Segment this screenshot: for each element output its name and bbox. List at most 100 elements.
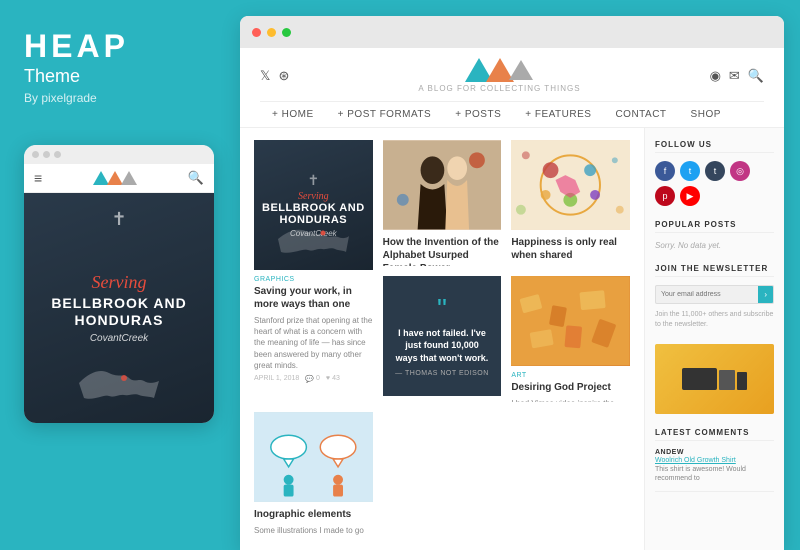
mobile-nav: ≡ 🔍: [24, 164, 214, 193]
post-image-infographic: [254, 412, 373, 502]
dot-1: [32, 151, 39, 158]
post-excerpt-infographic: Some illustrations I made to go on a inf…: [254, 525, 373, 538]
post-title-infographic[interactable]: Inographic elements: [254, 508, 373, 521]
browser-dot-green[interactable]: [282, 28, 291, 37]
post-image-happiness: [511, 140, 630, 230]
browser-dot-red[interactable]: [252, 28, 261, 37]
search-icon[interactable]: 🔍: [188, 170, 204, 186]
brand-by: By pixelgrade: [24, 91, 216, 105]
site-tagline: A BLOG FOR COLLECTING THINGS: [418, 84, 580, 93]
youtube-icon[interactable]: ▶: [680, 186, 700, 206]
device-tablet: [719, 370, 735, 390]
post-card-happiness: Happiness is only real when shared I've …: [511, 140, 630, 266]
pinterest-social-icon[interactable]: p: [655, 186, 675, 206]
browser-window: 𝕏 ⊛ A BLOG FOR COLLECTING THINGS ◉ ✉ 🔍: [240, 16, 784, 550]
brand-subtitle: Theme: [24, 66, 216, 87]
instagram-icon[interactable]: ◎: [730, 161, 750, 181]
mobile-hero: ✝ Serving BELLBROOK ANDHONDURAS CovantCr…: [24, 193, 214, 423]
social-icons: f t t ◎ p ▶: [655, 161, 774, 206]
pinterest-icon[interactable]: ⊛: [278, 68, 289, 84]
sidebar-popular-title: POPULAR POSTS: [655, 220, 774, 233]
facebook-icon[interactable]: f: [655, 161, 675, 181]
post-category-bellbrook: GRAPHICS: [254, 276, 373, 283]
post-likes-bellbrook: ♥ 43: [326, 375, 340, 382]
newsletter-form: ›: [655, 285, 774, 304]
post-comments-bellbrook: 💬 0: [305, 375, 320, 383]
post-title-bellbrook[interactable]: Saving your work, in more ways than one: [254, 285, 373, 311]
nav-contact[interactable]: CONTACT: [603, 102, 678, 127]
sidebar-newsletter-title: JOIN THE NEWSLETTER: [655, 264, 774, 277]
post-card-bellbrook: ✝ Serving BELLBROOK ANDHONDURAS CovantCr…: [254, 140, 373, 402]
sidebar-follow-title: FOLLOW US: [655, 140, 774, 153]
nav-shop[interactable]: SHOP: [679, 102, 733, 127]
quote-attribution: — THOMAS NOT EDISON: [395, 370, 489, 377]
brand-title: HEAP: [24, 30, 216, 62]
browser-dot-yellow[interactable]: [267, 28, 276, 37]
device-laptop: [682, 368, 717, 390]
site-header: 𝕏 ⊛ A BLOG FOR COLLECTING THINGS ◉ ✉ 🔍: [240, 48, 784, 128]
post-card-body-women: How the Invention of the Alphabet Usurpe…: [383, 230, 502, 266]
site-logo-area: A BLOG FOR COLLECTING THINGS: [418, 58, 580, 93]
post-card-body-bellbrook: GRAPHICS Saving your work, in more ways …: [254, 270, 373, 387]
mobile-preview-bar: [24, 145, 214, 164]
hamburger-icon[interactable]: ≡: [34, 170, 42, 186]
device-phone: [737, 372, 747, 390]
comment-item: ANDEW Woolrich Old Growth Shirt This shi…: [655, 449, 774, 492]
hero-map: [69, 353, 169, 413]
content-area: ✝ Serving BELLBROOK ANDHONDURAS CovantCr…: [240, 128, 644, 550]
twitter-social-icon[interactable]: t: [680, 161, 700, 181]
post-card-body-desiring: ART Desiring God Project I had Vimeo vid…: [511, 366, 630, 402]
sidebar: FOLLOW US f t t ◎ p ▶ POPULAR POSTS Sorr…: [644, 128, 784, 550]
product-devices: [682, 368, 747, 390]
post-card-infographic: Inographic elements Some illustrations I…: [254, 412, 373, 538]
nav-features[interactable]: + FEATURES: [513, 102, 603, 127]
site-nav: + HOME + POST FORMATS + POSTS + FEATURES…: [260, 101, 764, 127]
dot-3: [54, 151, 61, 158]
sidebar-follow-us: FOLLOW US f t t ◎ p ▶: [655, 140, 774, 206]
site-logo-triangles: [465, 58, 533, 82]
nav-post-formats[interactable]: + POST FORMATS: [326, 102, 444, 127]
search-header-icon[interactable]: 🔍: [748, 68, 764, 84]
rss-icon[interactable]: ◉: [710, 68, 721, 84]
post-title-desiring[interactable]: Desiring God Project: [511, 381, 630, 394]
post-category-desiring: ART: [511, 372, 630, 379]
mobile-preview: ≡ 🔍 ✝ Serving BELLBROOK ANDHONDURAS Cova…: [24, 145, 214, 423]
post-meta-bellbrook: APRIL 1, 2018 💬 0 ♥ 43: [254, 375, 373, 383]
header-social: 𝕏 ⊛: [260, 68, 289, 84]
post-image-quote: " I have not failed. I've just found 10,…: [383, 276, 502, 396]
twitter-icon[interactable]: 𝕏: [260, 68, 270, 84]
quote-text: I have not failed. I've just found 10,00…: [395, 327, 490, 365]
newsletter-submit[interactable]: ›: [758, 286, 773, 303]
site-header-top: 𝕏 ⊛ A BLOG FOR COLLECTING THINGS ◉ ✉ 🔍: [260, 58, 764, 93]
nav-posts[interactable]: + POSTS: [443, 102, 513, 127]
post-image-desiring: [511, 276, 630, 366]
dot-2: [43, 151, 50, 158]
post-title-happiness[interactable]: Happiness is only real when shared: [511, 236, 630, 262]
header-icons: ◉ ✉ 🔍: [710, 68, 764, 84]
post-excerpt-bellbrook: Stanford prize that opening at the heart…: [254, 315, 373, 371]
cross-icon: ✝: [111, 209, 126, 230]
post-card-women: How the Invention of the Alphabet Usurpe…: [383, 140, 502, 266]
sidebar-product: [655, 344, 774, 414]
post-card-body-happiness: Happiness is only real when shared I've …: [511, 230, 630, 266]
comment-text: This shirt is awesome! Would recommend t…: [655, 465, 774, 483]
newsletter-desc: Join the 11,000+ others and subscribe to…: [655, 310, 774, 330]
newsletter-input[interactable]: [656, 287, 758, 302]
post-image-women: [383, 140, 502, 230]
quote-mark: ": [437, 295, 447, 323]
site-main: ✝ Serving BELLBROOK ANDHONDURAS CovantCr…: [240, 128, 784, 550]
post-title-women[interactable]: How the Invention of the Alphabet Usurpe…: [383, 236, 502, 266]
email-icon[interactable]: ✉: [729, 68, 740, 84]
post-date-bellbrook: APRIL 1, 2018: [254, 375, 299, 382]
nav-home[interactable]: + HOME: [260, 102, 326, 127]
post-card-desiring: ART Desiring God Project I had Vimeo vid…: [511, 276, 630, 402]
logo-triangle-gray: [509, 60, 533, 80]
product-image[interactable]: [655, 344, 774, 414]
post-card-quote: " I have not failed. I've just found 10,…: [383, 276, 502, 402]
post-image-bellbrook: ✝ Serving BELLBROOK ANDHONDURAS CovantCr…: [254, 140, 373, 270]
hero-text: Serving BELLBROOK ANDHONDURAS CovantCree…: [51, 272, 186, 344]
left-panel: HEAP Theme By pixelgrade ≡ 🔍 ✝ Serving B…: [0, 0, 240, 550]
tumblr-icon[interactable]: t: [705, 161, 725, 181]
comment-link[interactable]: Woolrich Old Growth Shirt: [655, 457, 774, 464]
browser-bar: [240, 16, 784, 48]
